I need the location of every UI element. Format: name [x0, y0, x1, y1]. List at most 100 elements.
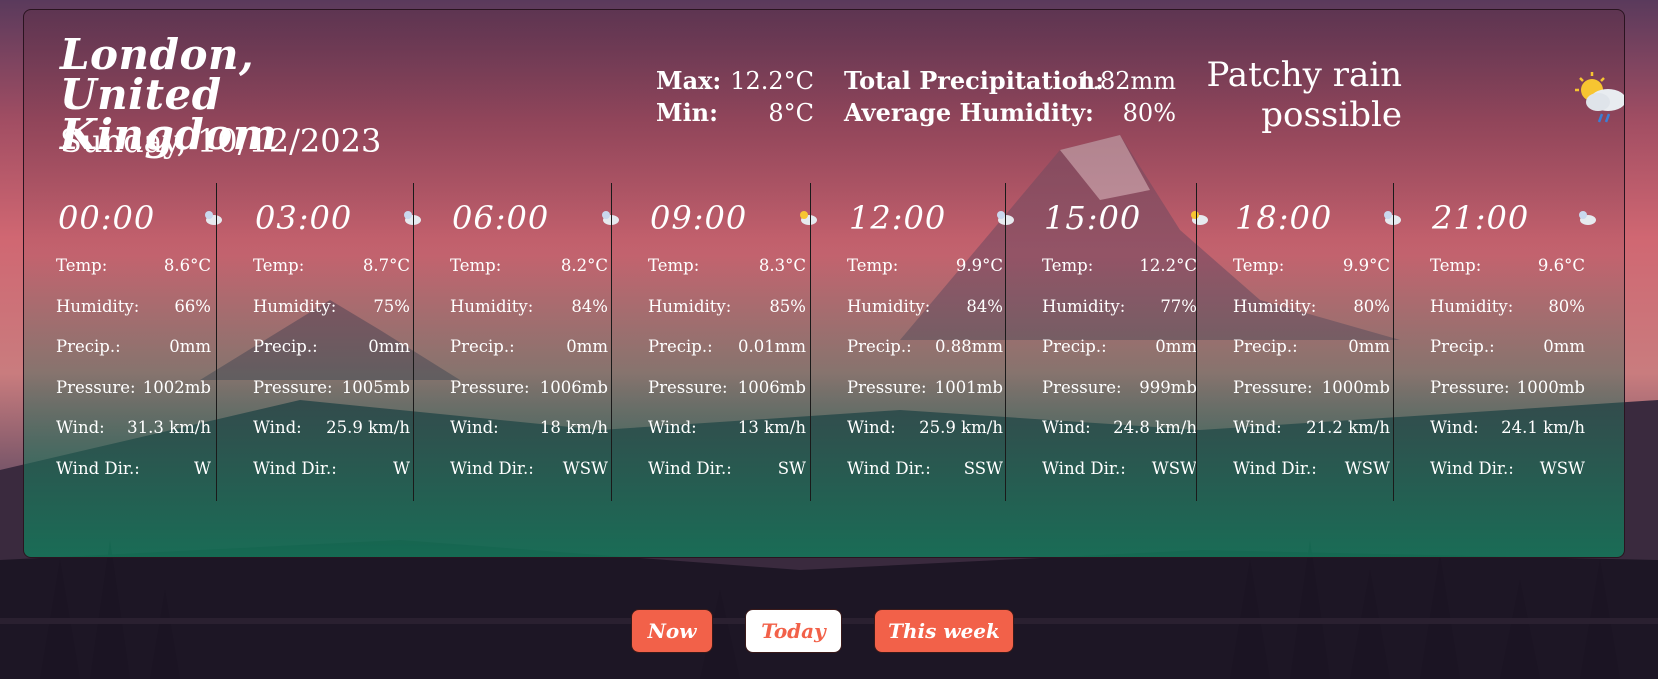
- hour-time: 00:00: [58, 199, 156, 237]
- temp-value: 9.9°C: [1342, 256, 1390, 275]
- precip-label: Precip.:: [1430, 337, 1495, 356]
- humidity-label: Humidity:: [1042, 296, 1126, 316]
- wind-label: Wind:: [1233, 418, 1282, 437]
- temp-value: 9.9°C: [955, 256, 1003, 275]
- min-value: 8°C: [768, 99, 814, 127]
- wind-label: Wind:: [56, 418, 105, 437]
- pressure-value: 999mb: [1139, 377, 1197, 397]
- humidity-label: Humidity:: [56, 296, 140, 316]
- max-label: Max:: [656, 66, 722, 95]
- pressure-label: Pressure:: [1233, 377, 1313, 397]
- humidity-value: 85%: [769, 296, 806, 316]
- precip-value: 0mm: [169, 337, 211, 356]
- hour-time: 15:00: [1044, 199, 1142, 237]
- min-label: Min:: [656, 98, 718, 127]
- wind-value: 13 km/h: [737, 418, 806, 437]
- humidity-label: Humidity:: [847, 296, 931, 316]
- precip-value: 0mm: [1155, 337, 1197, 356]
- wind-dir-label: Wind Dir.:: [450, 458, 534, 478]
- wind-label: Wind:: [253, 418, 302, 437]
- temp-label: Temp:: [450, 256, 502, 275]
- pressure-value: 1006mb: [539, 377, 608, 397]
- pressure-value: 1000mb: [1516, 377, 1585, 397]
- wind-dir-label: Wind Dir.:: [1430, 458, 1514, 478]
- hour-column: 18:00 Temp: 9.9°C Humidity: 80% Precip.: 0mm Pr…: [1196, 183, 1401, 501]
- humidity-value: 66%: [174, 296, 211, 316]
- precip-label: Precip.:: [648, 337, 713, 356]
- temp-value: 9.6°C: [1537, 256, 1585, 275]
- precip-value: 0.01mm: [737, 337, 806, 356]
- temp-value: 8.7°C: [362, 256, 410, 275]
- humidity-value: 84%: [571, 296, 608, 316]
- wind-dir-value: SW: [777, 458, 806, 478]
- this-week-button[interactable]: This week: [874, 609, 1014, 653]
- temp-value: 8.6°C: [163, 256, 211, 275]
- today-button[interactable]: Today: [745, 609, 842, 653]
- precip-label: Precip.:: [450, 337, 515, 356]
- wind-dir-value: WSW: [562, 458, 608, 478]
- pressure-label: Pressure:: [253, 377, 333, 397]
- temp-value: 8.2°C: [560, 256, 608, 275]
- wind-dir-value: W: [194, 458, 211, 478]
- wind-value: 25.9 km/h: [919, 418, 1003, 437]
- temp-value: 12.2°C: [1139, 256, 1197, 275]
- hour-time: 18:00: [1235, 199, 1333, 237]
- wind-dir-label: Wind Dir.:: [1042, 458, 1126, 478]
- temp-label: Temp:: [56, 256, 108, 275]
- wind-label: Wind:: [648, 418, 697, 437]
- pressure-label: Pressure:: [56, 377, 136, 397]
- temp-label: Temp:: [847, 256, 899, 275]
- hour-column: 09:00 Temp: 8.3°C Humidity: 85% Precip.: 0.01m…: [611, 183, 817, 501]
- humidity-value: 80%: [1548, 296, 1585, 316]
- wind-value: 25.9 km/h: [326, 418, 410, 437]
- pressure-value: 1005mb: [341, 377, 410, 397]
- precip-label: Precip.:: [1233, 337, 1298, 356]
- hour-column: 21:00 Temp: 9.6°C Humidity: 80% Precip.: 0mm Pr…: [1393, 183, 1596, 501]
- pressure-label: Pressure:: [450, 377, 530, 397]
- humidity-label: Humidity:: [1233, 296, 1317, 316]
- hour-column: 03:00 Temp: 8.7°C Humidity: 75% Precip.: 0mm Pr…: [216, 183, 421, 501]
- hour-time: 03:00: [255, 199, 353, 237]
- precip-label: Precip.:: [1042, 337, 1107, 356]
- hour-column: 06:00 Temp: 8.2°C Humidity: 84% Precip.: 0mm Pr…: [413, 183, 619, 501]
- pressure-label: Pressure:: [1042, 377, 1122, 397]
- precip-label: Precip.:: [847, 337, 912, 356]
- hour-time: 06:00: [452, 199, 550, 237]
- humidity-label: Humidity:: [1430, 296, 1514, 316]
- wind-dir-label: Wind Dir.:: [847, 458, 931, 478]
- precip-value: 0mm: [566, 337, 608, 356]
- total-precip-value: 1.82mm: [1077, 67, 1176, 95]
- avg-humidity-value: 80%: [1122, 99, 1176, 127]
- max-value: 12.2°C: [730, 67, 814, 95]
- condition-text: Patchy rain possible: [1206, 55, 1402, 135]
- wind-value: 31.3 km/h: [127, 418, 211, 437]
- precip-value: 0.88mm: [934, 337, 1003, 356]
- wind-dir-label: Wind Dir.:: [1233, 458, 1317, 478]
- precip-value: 0mm: [1348, 337, 1390, 356]
- humidity-label: Humidity:: [253, 296, 337, 316]
- pressure-value: 1006mb: [737, 377, 806, 397]
- humidity-label: Humidity:: [648, 296, 732, 316]
- wind-dir-label: Wind Dir.:: [253, 458, 337, 478]
- wind-label: Wind:: [1430, 418, 1479, 437]
- wind-label: Wind:: [847, 418, 896, 437]
- hourly-forecast: 00:00 Temp: 8.6°C Humidity: 66% Precip.: 0mm Pr…: [36, 183, 1624, 501]
- hour-column: 15:00 Temp: 12.2°C Humidity: 77% Precip.: 0mm P…: [1005, 183, 1208, 501]
- hour-time: 21:00: [1432, 199, 1530, 237]
- pressure-value: 1000mb: [1321, 377, 1390, 397]
- humidity-value: 84%: [966, 296, 1003, 316]
- wind-value: 18 km/h: [539, 418, 608, 437]
- wind-label: Wind:: [450, 418, 499, 437]
- pressure-value: 1001mb: [934, 377, 1003, 397]
- wind-label: Wind:: [1042, 418, 1091, 437]
- hour-time: 12:00: [849, 199, 947, 237]
- wind-value: 24.1 km/h: [1501, 418, 1585, 437]
- humidity-value: 77%: [1160, 296, 1197, 316]
- temp-label: Temp:: [1233, 256, 1285, 275]
- hour-column: 00:00 Temp: 8.6°C Humidity: 66% Precip.: 0mm Pr…: [36, 183, 222, 501]
- precip-value: 0mm: [368, 337, 410, 356]
- now-button[interactable]: Now: [631, 609, 713, 653]
- temp-label: Temp:: [648, 256, 700, 275]
- temp-label: Temp:: [1042, 256, 1094, 275]
- humidity-value: 75%: [373, 296, 410, 316]
